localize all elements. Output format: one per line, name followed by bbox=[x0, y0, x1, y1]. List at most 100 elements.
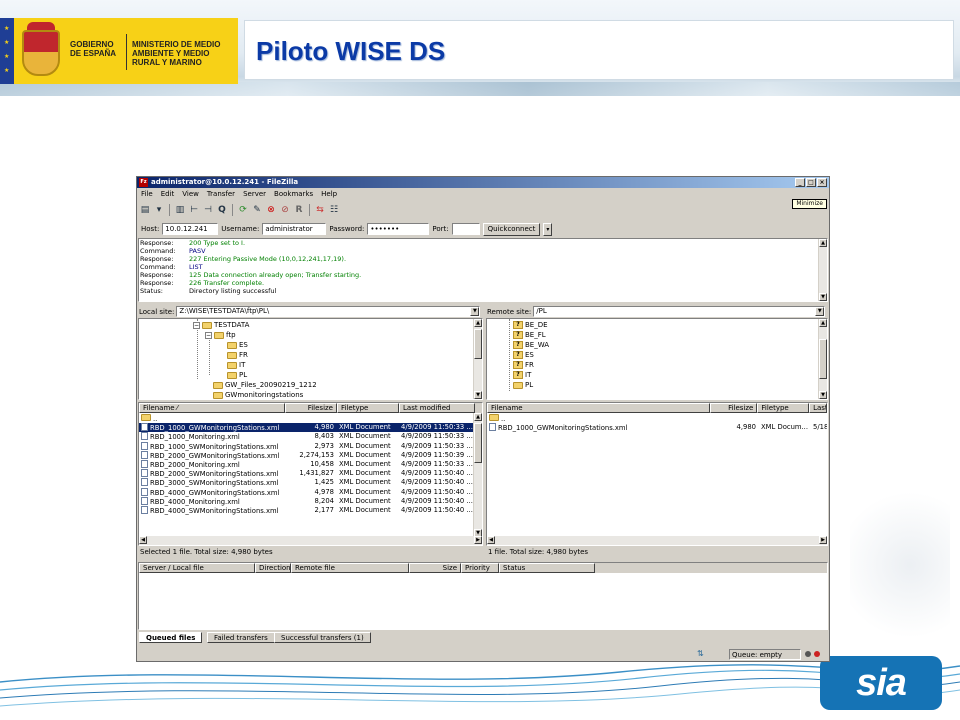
tree-item-be-wa[interactable]: ? BE_WA bbox=[513, 340, 549, 350]
tree-item-be-fl[interactable]: ? BE_FL bbox=[513, 330, 546, 340]
chevron-down-icon[interactable]: ▼ bbox=[815, 307, 825, 316]
file-row[interactable]: .. bbox=[139, 414, 473, 423]
file-row[interactable]: RBD_1000_Monitoring.xml 8,403 XML Document… bbox=[139, 432, 473, 441]
column-filesize[interactable]: Filesize bbox=[285, 403, 337, 413]
tree-item-fr[interactable]: FR bbox=[227, 350, 248, 360]
sync-browsing-icon[interactable]: ☷ bbox=[328, 204, 340, 216]
file-row[interactable]: RBD_4000_GWMonitoringStations.xml 4,978 XM… bbox=[139, 487, 473, 497]
scroll-up-icon[interactable]: ▲ bbox=[474, 413, 482, 421]
tree-item-pl[interactable]: PL bbox=[227, 370, 247, 380]
tab-queued-files[interactable]: Queued files bbox=[139, 632, 203, 643]
tree-item-fr[interactable]: ? FR bbox=[513, 360, 534, 370]
tree-item-testdata[interactable]: − TESTDATA bbox=[193, 320, 249, 330]
window-titlebar[interactable]: Fz administrator@10.0.12.241 - FileZilla… bbox=[137, 177, 829, 188]
local-file-list[interactable]: Filename ⁄ Filesize Filetype Last modifi… bbox=[138, 402, 483, 546]
remote-file-list[interactable]: Filename Filesize Filetype Last .. RBD_10… bbox=[486, 402, 828, 546]
scroll-up-icon[interactable]: ▲ bbox=[474, 319, 482, 327]
tree-item-gwmonitoringstations[interactable]: GWmonitoringstations bbox=[213, 390, 303, 399]
log-scrollbar[interactable]: ▲ ▼ bbox=[818, 239, 827, 301]
disconnect-icon[interactable]: ⊘ bbox=[279, 204, 291, 216]
toggle-queue-icon[interactable]: Q bbox=[216, 204, 228, 216]
menu-server[interactable]: Server bbox=[243, 189, 266, 199]
column-status[interactable]: Status bbox=[499, 563, 595, 573]
menu-edit[interactable]: Edit bbox=[161, 189, 175, 199]
site-manager-icon[interactable]: ▤ bbox=[139, 204, 151, 216]
scroll-right-icon[interactable]: ▶ bbox=[474, 536, 482, 544]
reconnect-icon[interactable]: R bbox=[293, 204, 305, 216]
local-directory-tree[interactable]: − TESTDATA − ftp ES FR IT PL GW_Files_2009… bbox=[138, 318, 483, 400]
cancel-icon[interactable]: ⊗ bbox=[265, 204, 277, 216]
menu-bookmarks[interactable]: Bookmarks bbox=[274, 189, 313, 199]
column-remote-file[interactable]: Remote file bbox=[291, 563, 409, 573]
column-filetype[interactable]: Filetype bbox=[337, 403, 399, 413]
file-row[interactable]: RBD_2000_SWMonitoringStations.xml 1,431,8… bbox=[139, 469, 473, 478]
toggle-remote-tree-icon[interactable]: ⊣ bbox=[202, 204, 214, 216]
scroll-right-icon[interactable]: ▶ bbox=[819, 536, 827, 544]
column-filename[interactable]: Filename bbox=[487, 403, 710, 413]
local-list-hscrollbar[interactable]: ◀ ▶ bbox=[139, 536, 482, 545]
dropdown-arrow-icon[interactable]: ▾ bbox=[153, 204, 165, 216]
tree-item-es[interactable]: ES bbox=[227, 340, 248, 350]
local-list-vscrollbar[interactable]: ▲ ▼ bbox=[473, 413, 482, 537]
message-log[interactable]: Response: 200 Type set to I. Command: PASV R… bbox=[138, 238, 828, 302]
maximize-button[interactable]: □ bbox=[806, 178, 816, 187]
file-row[interactable]: RBD_1000_GWMonitoringStations.xml 4,980 XM… bbox=[487, 423, 827, 432]
column-server-local-file[interactable]: Server / Local file bbox=[139, 563, 255, 573]
tree-item-es[interactable]: ? ES bbox=[513, 350, 534, 360]
tree-item-it[interactable]: IT bbox=[227, 360, 245, 370]
file-row[interactable]: .. bbox=[487, 414, 827, 423]
file-row[interactable]: RBD_4000_SWMonitoringStations.xml 2,177 XM… bbox=[139, 506, 473, 515]
username-input[interactable]: administrator bbox=[262, 223, 327, 235]
local-site-path[interactable]: Z:\WISE\TESTDATA\ftp\PL\ ▼ bbox=[176, 306, 481, 317]
column-last-modified[interactable]: Last bbox=[809, 403, 827, 413]
file-row[interactable]: RBD_2000_Monitoring.xml 10,458 XML Documen… bbox=[139, 460, 473, 469]
scroll-down-icon[interactable]: ▼ bbox=[819, 293, 827, 301]
remote-directory-tree[interactable]: ? BE_DE ? BE_FL ? BE_WA ? ES ? FR ? IT PL ▲ ▼ bbox=[486, 318, 828, 400]
tab-successful-transfers[interactable]: Successful transfers (1) bbox=[274, 632, 371, 643]
scroll-down-icon[interactable]: ▼ bbox=[819, 391, 827, 399]
file-row[interactable]: RBD_3000_SWMonitoringStations.xml 1,425 XM… bbox=[139, 478, 473, 487]
quickconnect-history-dropdown[interactable]: ▾ bbox=[543, 222, 553, 236]
toggle-local-tree-icon[interactable]: ⊢ bbox=[188, 204, 200, 216]
password-input[interactable]: ••••••• bbox=[367, 223, 430, 235]
menu-transfer[interactable]: Transfer bbox=[207, 189, 235, 199]
column-direction[interactable]: Direction bbox=[255, 563, 291, 573]
minimize-button[interactable]: _ bbox=[795, 178, 805, 187]
scroll-left-icon[interactable]: ◀ bbox=[487, 536, 495, 544]
host-input[interactable]: 10.0.12.241 bbox=[162, 223, 219, 235]
compare-directories-icon[interactable]: ⇆ bbox=[314, 204, 326, 216]
remote-site-path[interactable]: /PL ▼ bbox=[533, 306, 826, 317]
file-row[interactable]: RBD_1000_SWMonitoringStations.xml 2,973 XM… bbox=[139, 441, 473, 451]
tree-item-gw-files[interactable]: GW_Files_20090219_1212 bbox=[213, 380, 317, 390]
column-last-modified[interactable]: Last modified bbox=[399, 403, 475, 413]
column-filesize[interactable]: Filesize bbox=[709, 403, 758, 413]
scroll-left-icon[interactable]: ◀ bbox=[139, 536, 147, 544]
remote-list-hscrollbar[interactable]: ◀ ▶ bbox=[487, 536, 827, 545]
file-row[interactable]: RBD_1000_GWMonitoringStations.xml 4,980 XM… bbox=[139, 423, 473, 433]
column-filetype[interactable]: Filetype bbox=[757, 403, 810, 413]
transfer-queue[interactable]: Server / Local file Direction Remote fil… bbox=[138, 562, 828, 630]
column-priority[interactable]: Priority bbox=[461, 563, 499, 573]
remote-tree-scrollbar[interactable]: ▲ ▼ bbox=[818, 319, 827, 399]
menu-help[interactable]: Help bbox=[321, 189, 337, 199]
column-size[interactable]: Size bbox=[409, 563, 461, 573]
scroll-down-icon[interactable]: ▼ bbox=[474, 391, 482, 399]
file-row[interactable]: RBD_4000_Monitoring.xml 8,204 XML Document… bbox=[139, 496, 473, 506]
chevron-down-icon[interactable]: ▼ bbox=[470, 307, 480, 316]
refresh-icon[interactable]: ⟳ bbox=[237, 204, 249, 216]
toggle-log-icon[interactable]: ▥ bbox=[174, 204, 186, 216]
close-button[interactable]: × bbox=[817, 178, 827, 187]
tree-item-ftp[interactable]: − ftp bbox=[205, 330, 236, 340]
tree-item-be-de[interactable]: ? BE_DE bbox=[513, 320, 548, 330]
quickconnect-button[interactable]: Quickconnect bbox=[482, 222, 541, 236]
scroll-up-icon[interactable]: ▲ bbox=[819, 319, 827, 327]
tree-item-it[interactable]: ? IT bbox=[513, 370, 531, 380]
local-tree-scrollbar[interactable]: ▲ ▼ bbox=[473, 319, 482, 399]
tree-item-pl[interactable]: PL bbox=[513, 380, 533, 390]
scroll-up-icon[interactable]: ▲ bbox=[819, 239, 827, 247]
menu-view[interactable]: View bbox=[182, 189, 199, 199]
menu-file[interactable]: File bbox=[141, 189, 153, 199]
tab-failed-transfers[interactable]: Failed transfers bbox=[207, 632, 275, 643]
process-queue-icon[interactable]: ✎ bbox=[251, 204, 263, 216]
file-row[interactable]: RBD_2000_GWMonitoringStations.xml 2,274,1… bbox=[139, 450, 473, 460]
